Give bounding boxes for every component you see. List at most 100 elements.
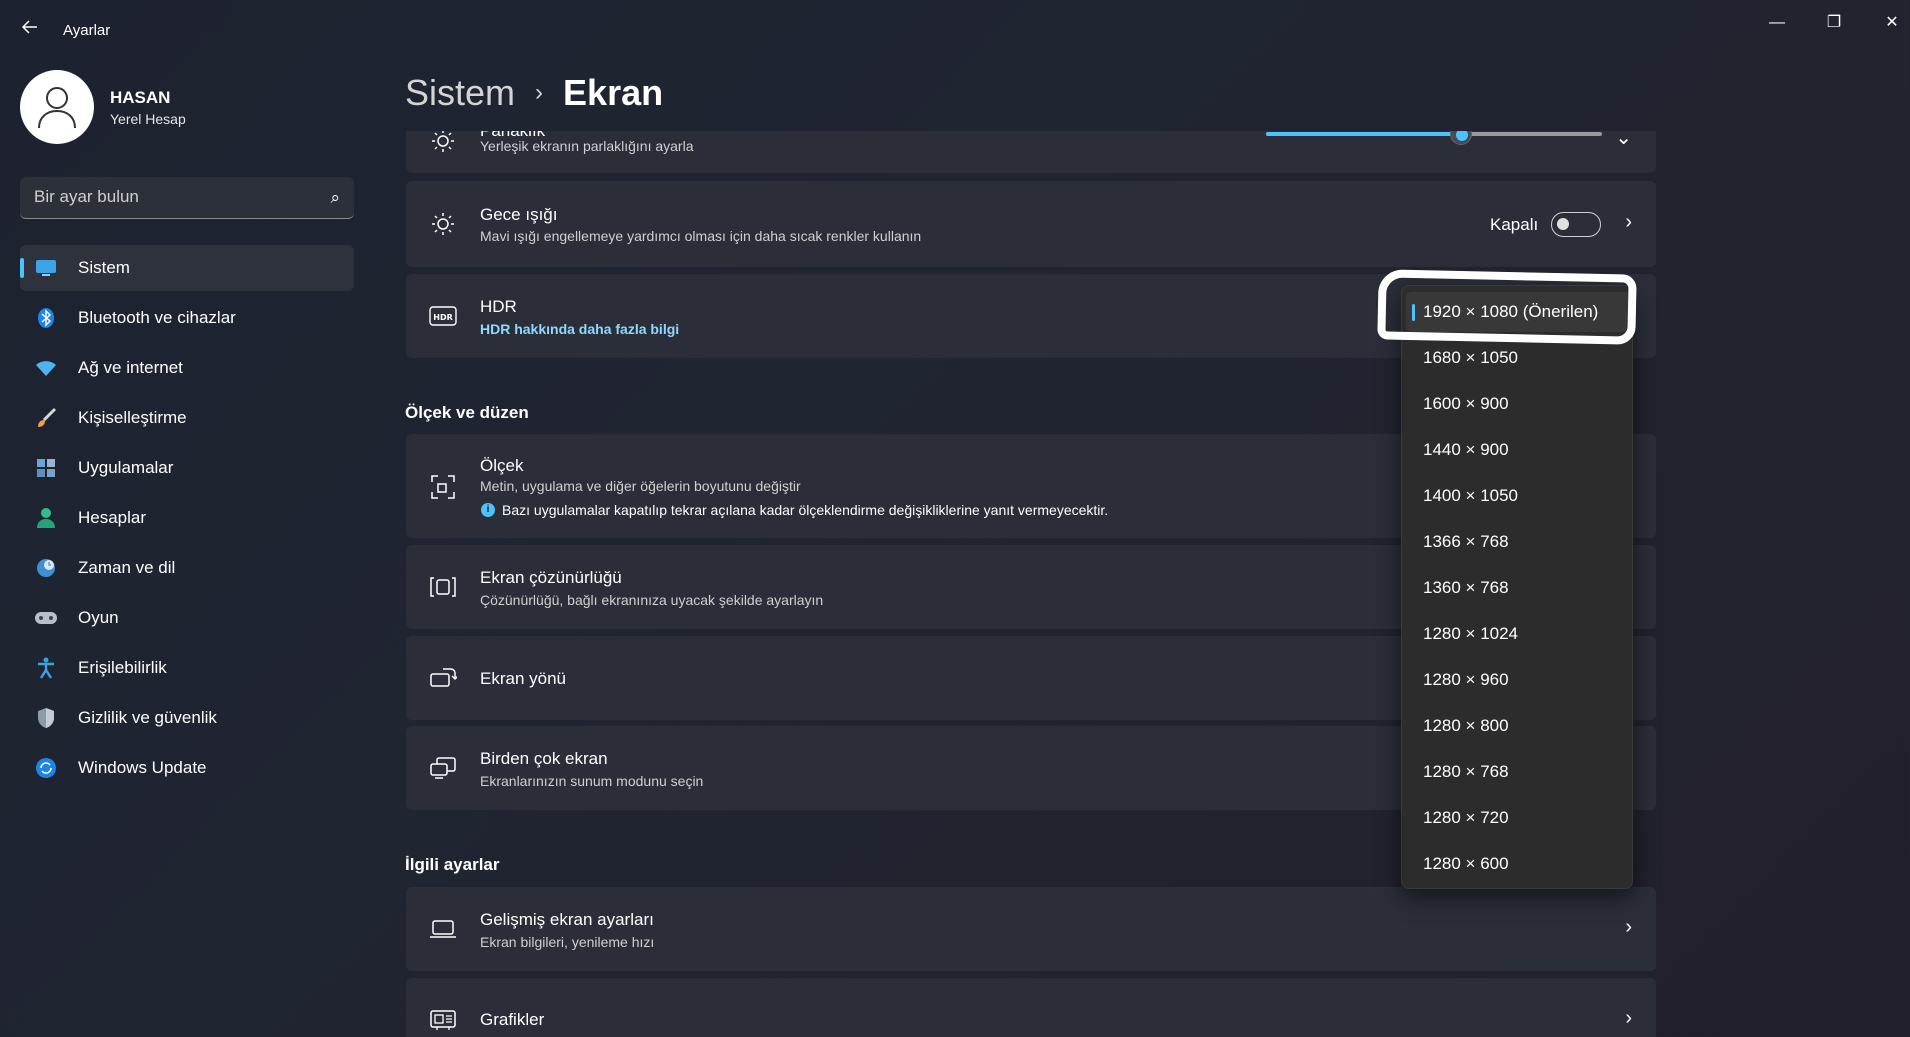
sidebar-item-windows-update[interactable]: Windows Update xyxy=(20,745,354,791)
resolution-option[interactable]: 1680 × 1050 xyxy=(1406,338,1630,378)
chevron-right-icon[interactable]: › xyxy=(1625,211,1632,234)
search-box[interactable]: ⌕ xyxy=(20,177,354,219)
night-light-card[interactable]: Gece ışığı Mavi ışığı engellemeye yardım… xyxy=(406,181,1656,267)
bluetooth-icon xyxy=(34,306,58,330)
sidebar-item-accessibility[interactable]: Erişilebilirlik xyxy=(20,645,354,691)
hdr-info-link[interactable]: HDR hakkında daha fazla bilgi xyxy=(480,321,679,337)
resolution-option[interactable]: 1280 × 768 xyxy=(1406,752,1630,792)
chevron-right-icon[interactable]: › xyxy=(1625,1007,1632,1030)
sidebar-item-privacy[interactable]: Gizlilik ve güvenlik xyxy=(20,695,354,741)
resolution-description: Çözünürlüğü, bağlı ekranınıza uyacak şek… xyxy=(480,592,824,608)
sidebar-item-gaming[interactable]: Oyun xyxy=(20,595,354,641)
sidebar-nav: Sistem Bluetooth ve cihazlar Ağ ve inter… xyxy=(20,245,354,795)
sidebar-item-sistem[interactable]: Sistem xyxy=(20,245,354,291)
search-input[interactable] xyxy=(34,177,314,217)
page-title: Ekran xyxy=(563,72,664,113)
back-button[interactable] xyxy=(18,18,42,42)
resolution-option[interactable]: 1600 × 900 xyxy=(1406,384,1630,424)
sidebar-item-label: Erişilebilirlik xyxy=(78,658,167,677)
toggle-knob xyxy=(1557,218,1569,230)
sidebar-item-apps[interactable]: Uygulamalar xyxy=(20,445,354,491)
sidebar-item-label: Zaman ve dil xyxy=(78,558,176,577)
scale-info-text: Bazı uygulamalar kapatılıp tekrar açılan… xyxy=(502,502,1109,518)
wifi-icon xyxy=(34,356,58,380)
close-button[interactable]: ✕ xyxy=(1872,8,1910,38)
arrow-left-icon xyxy=(21,20,37,34)
shield-icon xyxy=(34,706,58,730)
resolution-option[interactable]: 1280 × 800 xyxy=(1406,706,1630,746)
graphics-title: Grafikler xyxy=(480,1010,545,1029)
accessibility-icon xyxy=(34,656,58,680)
sidebar-item-personalization[interactable]: Kişiselleştirme xyxy=(20,395,354,441)
related-section-title: İlgili ayarlar xyxy=(405,855,500,874)
svg-text:HDR: HDR xyxy=(433,313,453,322)
sun-icon xyxy=(428,131,458,156)
maximize-button[interactable]: ❐ xyxy=(1814,8,1854,38)
orientation-title: Ekran yönü xyxy=(480,669,566,688)
chevron-down-icon[interactable]: ⌄ xyxy=(1615,131,1632,150)
breadcrumb-separator: › xyxy=(535,79,544,106)
breadcrumb-parent[interactable]: Sistem xyxy=(405,72,515,114)
brush-icon xyxy=(34,406,58,430)
info-icon: i xyxy=(481,503,495,517)
resolution-option[interactable]: 1280 × 960 xyxy=(1406,660,1630,700)
search-icon[interactable]: ⌕ xyxy=(330,188,340,208)
avatar[interactable] xyxy=(20,70,94,144)
brightness-slider-thumb[interactable] xyxy=(1449,131,1472,145)
apps-icon xyxy=(34,456,58,480)
sidebar-item-bluetooth[interactable]: Bluetooth ve cihazlar xyxy=(20,295,354,341)
sidebar-item-label: Oyun xyxy=(78,608,119,627)
chevron-right-icon[interactable]: › xyxy=(1625,916,1632,939)
breadcrumb: Sistem › Ekran xyxy=(405,72,663,114)
night-light-title: Gece ışığı xyxy=(480,205,558,224)
brightness-slider[interactable] xyxy=(1266,131,1602,145)
orientation-icon xyxy=(428,663,458,693)
sidebar-item-label: Ağ ve internet xyxy=(78,358,183,377)
graphics-icon xyxy=(428,1005,458,1035)
globe-clock-icon xyxy=(34,556,58,580)
laptop-icon xyxy=(428,914,458,944)
brightness-description: Yerleşik ekranın parlaklığını ayarla xyxy=(480,138,694,154)
sidebar-item-network[interactable]: Ağ ve internet xyxy=(20,345,354,391)
brightness-card: Parlaklık Yerleşik ekranın parlaklığını … xyxy=(406,131,1656,173)
account-type: Yerel Hesap xyxy=(110,111,186,127)
resolution-option[interactable]: 1400 × 1050 xyxy=(1406,476,1630,516)
scale-section-title: Ölçek ve düzen xyxy=(405,403,529,422)
advanced-display-title: Gelişmiş ekran ayarları xyxy=(480,910,654,929)
night-light-icon xyxy=(428,209,458,239)
resolution-option[interactable]: 1280 × 600 xyxy=(1406,844,1630,884)
sidebar-item-time-language[interactable]: Zaman ve dil xyxy=(20,545,354,591)
monitor-icon xyxy=(34,256,58,280)
person-icon xyxy=(34,506,58,530)
brightness-slider-fill xyxy=(1266,132,1461,136)
night-light-toggle[interactable] xyxy=(1551,212,1601,237)
resolution-option[interactable]: 1280 × 720 xyxy=(1406,798,1630,838)
gamepad-icon xyxy=(34,606,58,630)
hdr-icon: HDR xyxy=(428,301,458,331)
night-light-description: Mavi ışığı engellemeye yardımcı olması i… xyxy=(480,228,922,244)
graphics-card[interactable]: Grafikler › xyxy=(406,978,1656,1037)
resolution-title: Ekran çözünürlüğü xyxy=(480,568,622,587)
minimize-button[interactable]: — xyxy=(1757,8,1797,38)
scale-title: Ölçek xyxy=(480,456,524,475)
person-icon xyxy=(38,87,76,129)
user-name: HASAN xyxy=(110,88,171,107)
sidebar-item-label: Bluetooth ve cihazlar xyxy=(78,308,236,327)
resolution-option[interactable]: 1360 × 768 xyxy=(1406,568,1630,608)
sidebar-item-label: Windows Update xyxy=(78,758,207,777)
multiple-displays-description: Ekranlarınızın sunum modunu seçin xyxy=(480,773,704,789)
resolution-option[interactable]: 1280 × 1024 xyxy=(1406,614,1630,654)
resolution-option[interactable]: 1366 × 768 xyxy=(1406,522,1630,562)
advanced-display-card[interactable]: Gelişmiş ekran ayarları Ekran bilgileri,… xyxy=(406,887,1656,971)
sidebar-item-label: Kişiselleştirme xyxy=(78,408,187,427)
title-bar: Ayarlar — ❐ ✕ xyxy=(0,0,1910,60)
update-icon xyxy=(34,756,58,780)
sidebar-item-accounts[interactable]: Hesaplar xyxy=(20,495,354,541)
resolution-option[interactable]: 1440 × 900 xyxy=(1406,430,1630,470)
hdr-title: HDR xyxy=(480,297,517,316)
multiple-displays-icon xyxy=(428,753,458,783)
resolution-dropdown[interactable]: 1920 × 1080 (Önerilen) 1680 × 1050 1600 × … xyxy=(1401,285,1633,889)
scale-icon xyxy=(428,472,458,502)
multiple-displays-title: Birden çok ekran xyxy=(480,749,608,768)
advanced-display-description: Ekran bilgileri, yenileme hızı xyxy=(480,934,655,950)
